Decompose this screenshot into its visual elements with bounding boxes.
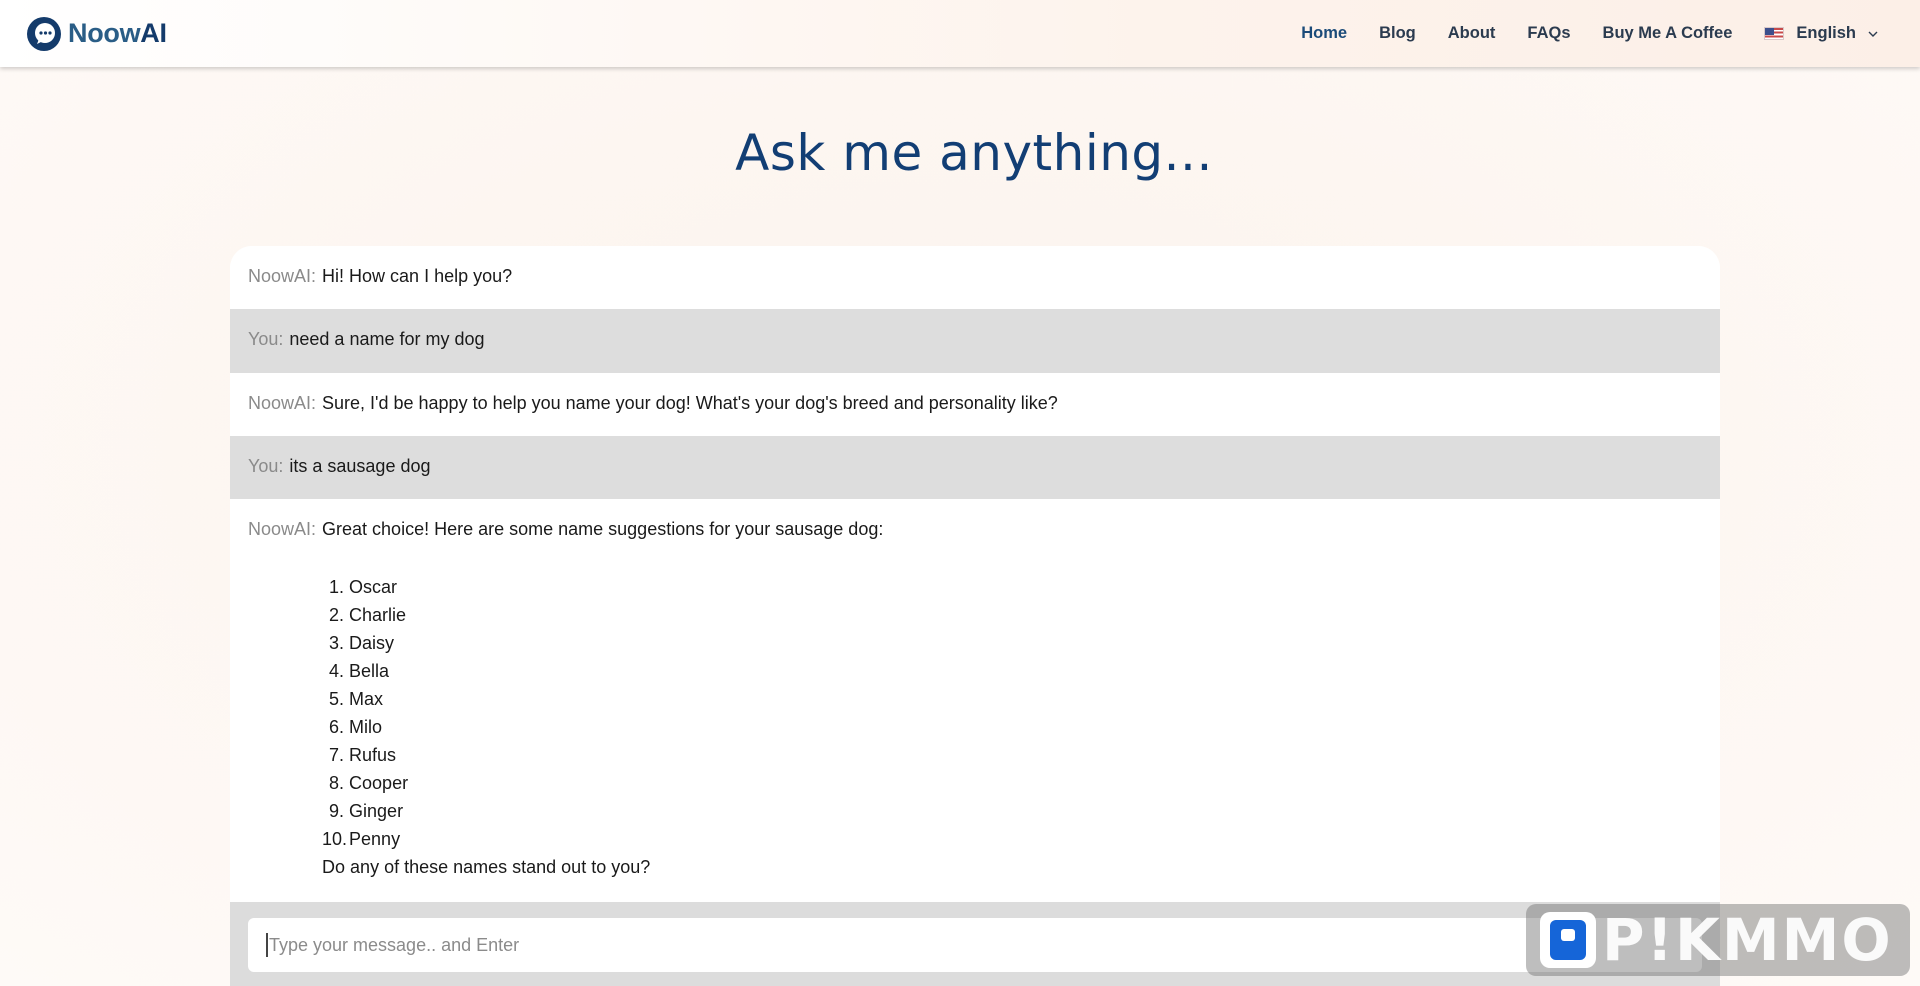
nav-blog[interactable]: Blog bbox=[1379, 24, 1416, 43]
list-item: 1. Oscar bbox=[329, 577, 398, 597]
chat-message-bot: NoowAI: Sure, I'd be happy to help you n… bbox=[230, 373, 1720, 436]
chevron-down-icon bbox=[1868, 31, 1878, 37]
message-text: Hi! How can I help you? bbox=[322, 266, 513, 286]
message-input-box bbox=[248, 918, 1702, 972]
sender-label: NoowAI: bbox=[248, 519, 317, 539]
message-text: its a sausage dog bbox=[289, 456, 431, 476]
watermark-text: P!KMMO bbox=[1602, 906, 1893, 974]
nav-faqs[interactable]: FAQs bbox=[1527, 24, 1570, 43]
list-item: 6. Milo bbox=[329, 717, 383, 737]
message-text: Sure, I'd be happy to help you name your… bbox=[322, 393, 1058, 413]
message-input-bar bbox=[230, 902, 1720, 986]
message-input[interactable] bbox=[266, 933, 1646, 957]
list-item: 4. Bella bbox=[329, 661, 390, 681]
language-label: English bbox=[1796, 24, 1856, 42]
list-item: 9. Ginger bbox=[329, 801, 404, 821]
main-nav: Home Blog About FAQs Buy Me A Coffee Eng… bbox=[1301, 24, 1894, 43]
message-text: need a name for my dog bbox=[289, 329, 485, 349]
list-item: 5. Max bbox=[329, 689, 384, 709]
chat-message-bot: NoowAI: Hi! How can I help you? bbox=[230, 246, 1720, 309]
sender-label: You: bbox=[248, 456, 284, 476]
watermark-logo-icon bbox=[1540, 912, 1596, 968]
chat-message-bot: NoowAI: Great choice! Here are some name… bbox=[230, 499, 1720, 902]
name-suggestions-list: 1. Oscar 2. Charlie 3. Daisy 4. Bella 5. Max … bbox=[322, 573, 883, 853]
nav-about[interactable]: About bbox=[1448, 24, 1496, 43]
message-closing: Do any of these names stand out to you? bbox=[322, 857, 651, 877]
brand-logo[interactable]: NoowAI bbox=[26, 16, 167, 52]
chat-message-user: You: its a sausage dog bbox=[230, 436, 1720, 499]
site-header: NoowAI Home Blog About FAQs Buy Me A Cof… bbox=[0, 0, 1920, 67]
list-item: 2. Charlie bbox=[329, 605, 407, 625]
sender-label: NoowAI: bbox=[248, 266, 317, 286]
list-item: 7. Rufus bbox=[329, 745, 397, 765]
page-title: Ask me anything... bbox=[735, 124, 1213, 182]
chat-window: NoowAI: Hi! How can I help you? You: nee… bbox=[230, 246, 1720, 986]
language-selector[interactable]: English bbox=[1764, 24, 1878, 43]
chat-message-user: You: need a name for my dog bbox=[230, 309, 1720, 373]
watermark: P!KMMO bbox=[1526, 904, 1910, 976]
sender-label: You: bbox=[248, 329, 284, 349]
us-flag-icon bbox=[1764, 27, 1785, 40]
nav-home[interactable]: Home bbox=[1301, 24, 1347, 43]
message-body: Great choice! Here are some name suggest… bbox=[322, 515, 883, 902]
nav-buy-me-a-coffee[interactable]: Buy Me A Coffee bbox=[1603, 24, 1733, 43]
list-item: 3. Daisy bbox=[329, 633, 395, 653]
logo-chat-icon bbox=[27, 16, 61, 51]
list-item: 10. Penny bbox=[322, 829, 401, 849]
brand-name: NoowAI bbox=[68, 18, 167, 48]
sender-label: NoowAI: bbox=[248, 393, 317, 413]
list-item: 8. Cooper bbox=[329, 773, 409, 793]
message-text: Great choice! Here are some name suggest… bbox=[322, 519, 884, 539]
